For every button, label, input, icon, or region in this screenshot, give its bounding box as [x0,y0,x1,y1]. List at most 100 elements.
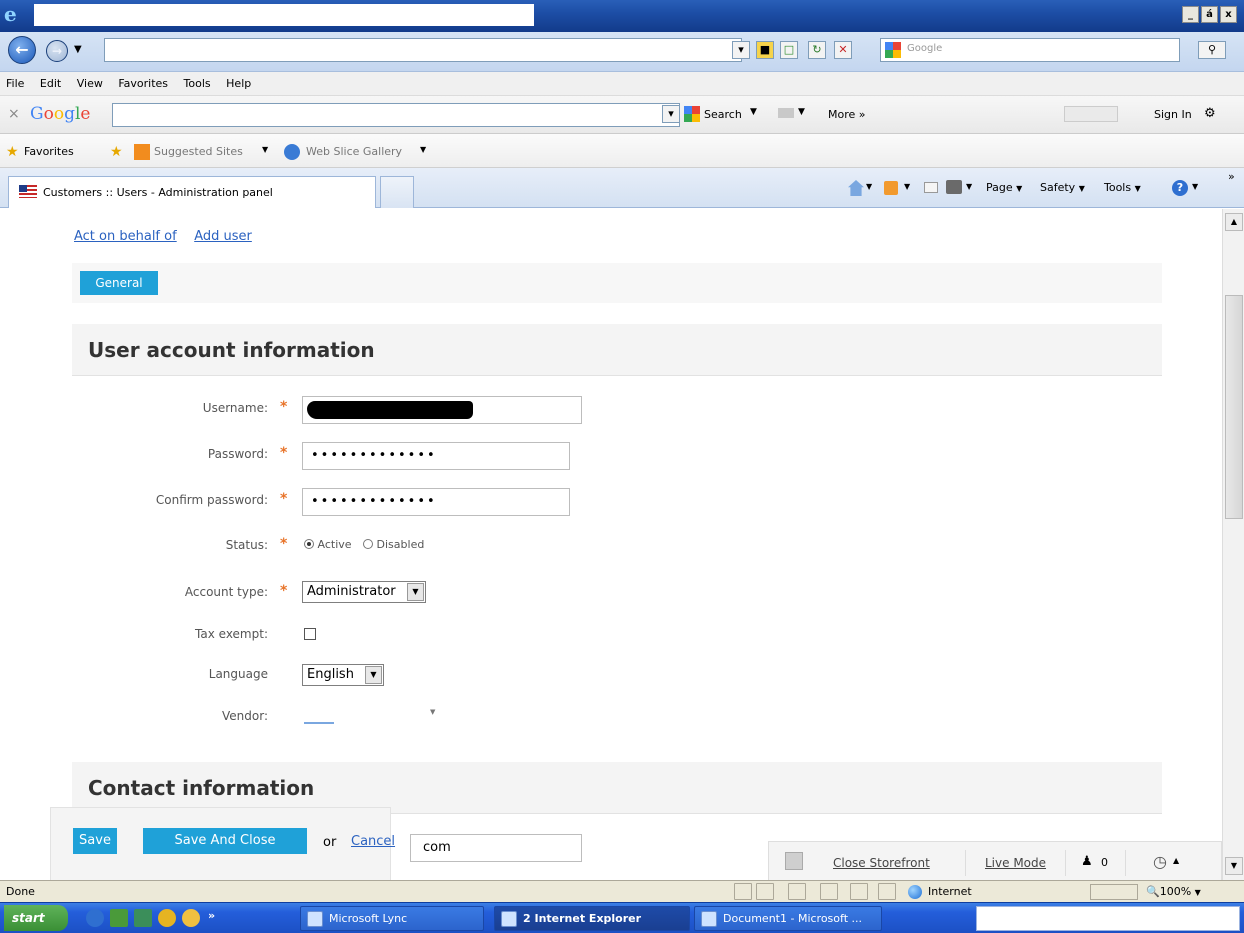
status-disabled-radio[interactable] [363,539,374,549]
home-icon[interactable] [848,180,864,196]
password-input[interactable]: ••••••••••••• [302,442,570,470]
new-tab-button[interactable] [380,176,414,208]
vertical-scrollbar[interactable]: ▲ ▼ [1222,209,1244,880]
users-icon[interactable]: ♟ [1081,854,1093,869]
lync-icon [307,911,323,927]
maximize-button[interactable]: á [1201,6,1218,23]
quick-launch-app-icon[interactable] [110,909,128,927]
zoom-control[interactable]: 🔍100% ▼ [1146,885,1201,898]
plus-one-icon[interactable] [1064,106,1118,122]
mail-icon[interactable] [924,182,938,193]
tools-menu[interactable]: Tools ▼ [1104,181,1141,194]
task-microsoft-lync[interactable]: Microsoft Lync [300,906,484,931]
tab-general[interactable]: General [80,271,158,295]
search-dropdown-icon[interactable]: ▼ [750,107,757,117]
menu-favorites[interactable]: Favorites [112,72,174,90]
forward-button[interactable]: → [46,40,68,62]
email-input[interactable]: com [410,834,582,862]
bookmark-dropdown-icon[interactable]: ▼ [798,107,805,117]
google-search-button[interactable]: Search [704,108,742,121]
suggested-sites-link[interactable]: Suggested Sites [154,145,243,158]
feeds-icon[interactable] [884,181,898,195]
refresh-icon[interactable]: ↻ [808,41,826,59]
help-icon[interactable]: ? [1172,180,1188,196]
ie-icon [501,911,517,927]
suggested-dropdown-icon[interactable]: ▼ [262,145,268,154]
menu-edit[interactable]: Edit [34,72,67,90]
web-slice-gallery-link[interactable]: Web Slice Gallery [306,145,402,158]
lock-icon[interactable]: ■ [756,41,774,59]
live-mode-link[interactable]: Live Mode [985,856,1046,870]
safety-menu[interactable]: Safety ▼ [1040,181,1085,194]
save-and-close-button[interactable]: Save And Close [143,828,307,854]
scroll-down-icon[interactable]: ▼ [1225,857,1243,875]
act-on-behalf-link[interactable]: Act on behalf of [74,229,177,244]
web-slice-dropdown-icon[interactable]: ▼ [420,145,426,154]
google-toolbar-input[interactable] [112,103,680,127]
google-dropdown-icon[interactable]: ▾ [662,105,680,123]
page-menu[interactable]: Page ▼ [986,181,1022,194]
task-internet-explorer[interactable]: 2 Internet Explorer [494,906,690,931]
title-bar: e _ á x [0,0,1244,32]
google-search-icon [885,42,901,58]
edit-icon[interactable] [785,852,803,870]
start-button[interactable]: start [4,905,68,931]
url-dropdown-icon[interactable]: ▾ [732,41,750,59]
close-storefront-link[interactable]: Close Storefront [833,856,930,870]
confirm-password-input[interactable]: ••••••••••••• [302,488,570,516]
minimize-button[interactable]: _ [1182,6,1199,23]
status-active-radio[interactable] [304,539,314,549]
cancel-link[interactable]: Cancel [351,834,395,849]
url-input[interactable] [104,38,742,62]
add-user-link[interactable]: Add user [194,229,252,244]
toolbar-overflow-icon[interactable]: » [1228,170,1235,183]
add-favorites-icon[interactable]: ★ [110,144,123,160]
username-input[interactable] [302,396,582,424]
taskbar: start » Microsoft Lync 2 Internet Explor… [0,902,1244,933]
search-go-icon[interactable]: ⚲ [1198,41,1226,59]
scroll-up-icon[interactable]: ▲ [1225,213,1243,231]
print-icon[interactable] [946,180,962,194]
history-dropdown-icon[interactable]: ▼ [74,44,82,55]
menu-view[interactable]: View [71,72,109,90]
tab-customers-users[interactable]: Customers :: Users - Administration pane… [8,176,376,208]
more-button[interactable]: More » [828,108,866,121]
save-button[interactable]: Save [73,828,117,854]
quick-launch-folder-icon[interactable] [158,909,176,927]
compatibility-icon[interactable]: □ [780,41,798,59]
account-type-select[interactable]: Administrator ▼ [302,581,426,603]
sign-in-link[interactable]: Sign In [1154,108,1192,121]
menu-help[interactable]: Help [220,72,257,90]
back-button[interactable]: ← [8,36,36,64]
favorites-button[interactable]: Favorites [24,145,74,158]
feeds-dropdown-icon[interactable]: ▼ [904,182,910,191]
history-dropdown-icon[interactable]: ▲ [1173,856,1179,865]
protected-mode-icon[interactable] [1090,884,1138,900]
quick-launch-messenger-icon[interactable] [182,909,200,927]
help-dropdown-icon[interactable]: ▼ [1192,182,1198,191]
wrench-icon[interactable]: ⚙ [1204,106,1216,121]
stop-icon[interactable]: ✕ [834,41,852,59]
tax-exempt-label: Tax exempt: [195,627,268,641]
tools-menu-label: Tools [1104,181,1132,194]
close-button[interactable]: x [1220,6,1237,23]
bookmark-icon[interactable] [778,108,794,118]
tab-bar: Customers :: Users - Administration pane… [0,168,1244,208]
tax-exempt-checkbox[interactable] [304,628,316,640]
vendor-select[interactable]: ▼ [302,704,442,726]
internet-zone-icon [908,885,922,899]
history-icon[interactable]: ◷ [1153,852,1167,871]
menu-tools[interactable]: Tools [178,72,217,90]
quick-launch-ie-icon[interactable] [86,909,104,927]
language-select[interactable]: English ▼ [302,664,384,686]
safety-menu-label: Safety [1040,181,1076,194]
print-dropdown-icon[interactable]: ▼ [966,182,972,191]
menu-file[interactable]: File [0,72,30,90]
home-dropdown-icon[interactable]: ▼ [866,182,872,191]
toolbar-close-icon[interactable]: × [8,106,20,122]
quick-launch-excel-icon[interactable] [134,909,152,927]
scroll-thumb[interactable] [1225,295,1243,519]
task-document1[interactable]: Document1 - Microsoft ... [694,906,882,931]
search-input[interactable]: Google [880,38,1180,62]
quick-launch-overflow-icon[interactable]: » [208,909,215,922]
